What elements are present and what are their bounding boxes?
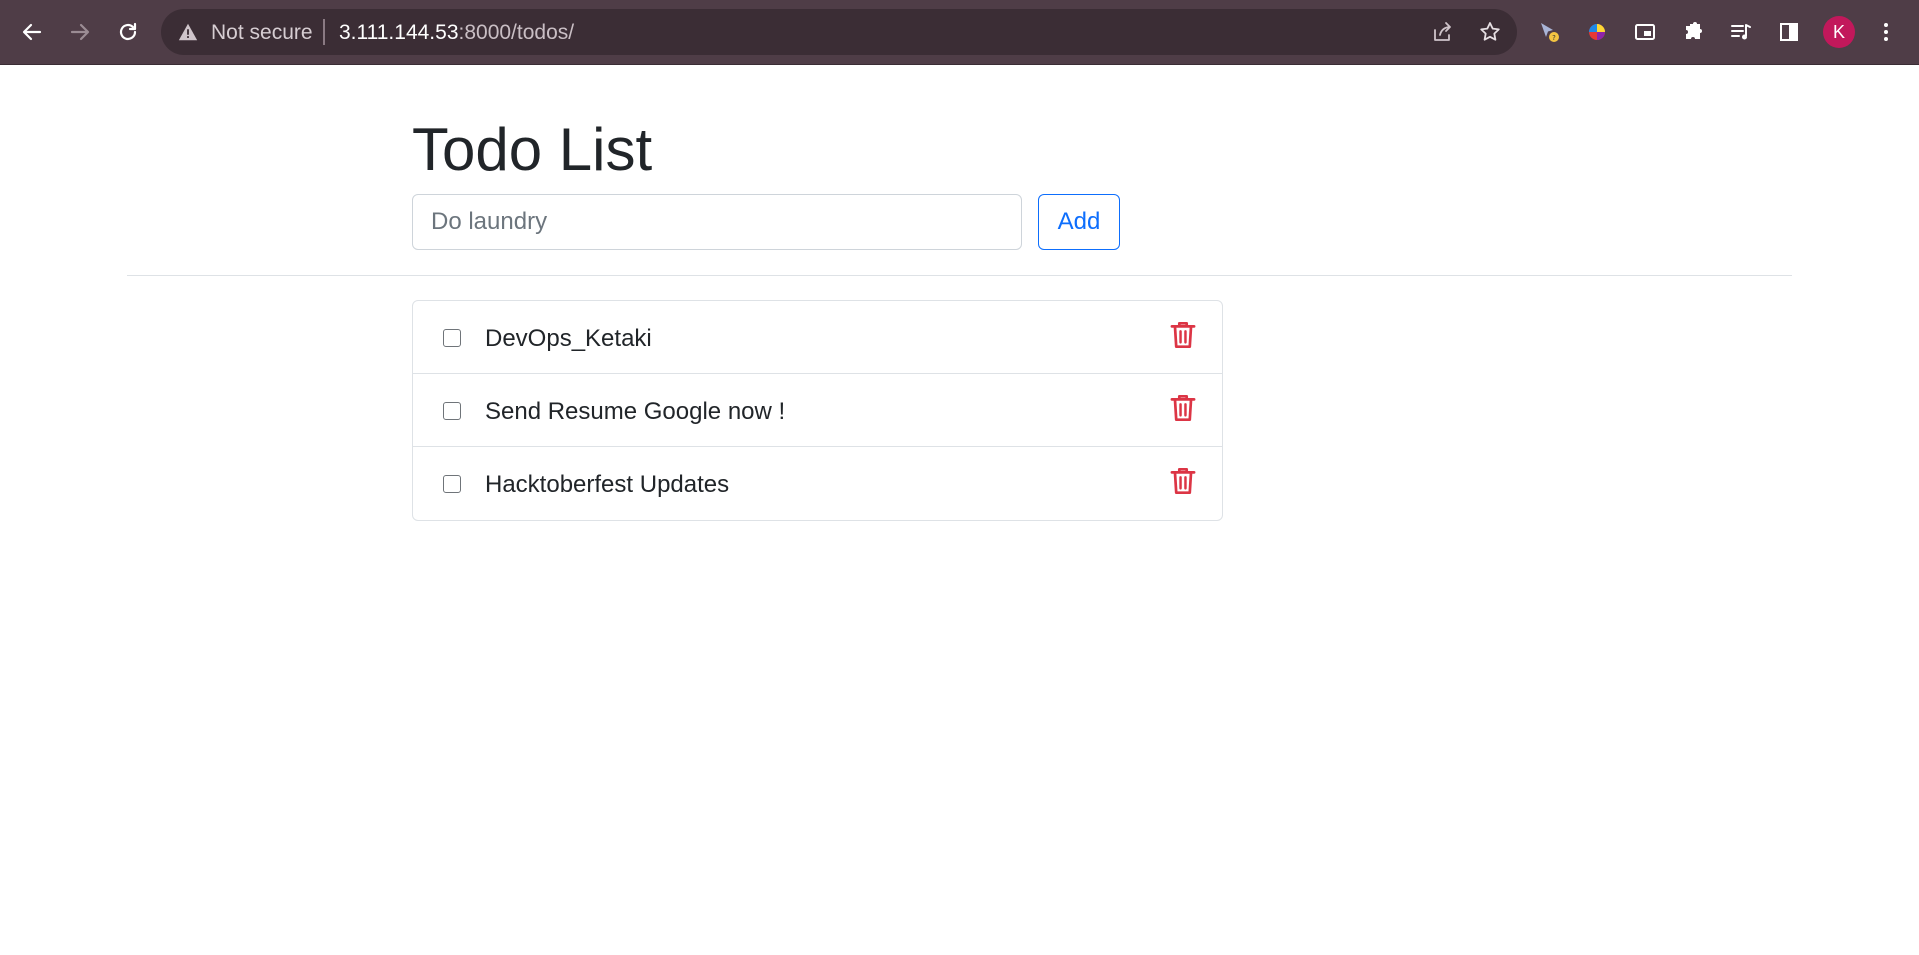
add-button[interactable]: Add [1038, 194, 1120, 250]
reload-icon [119, 22, 137, 41]
picture-in-picture-icon [1635, 24, 1655, 40]
url-host: 3.111.144.53 [339, 21, 459, 44]
todo-item: DevOps_Ketaki [413, 301, 1222, 374]
back-button[interactable] [11, 11, 53, 53]
svg-text:?: ? [1552, 34, 1556, 42]
extension-colorful-button[interactable] [1576, 11, 1618, 53]
todo-input[interactable] [412, 194, 1022, 250]
picture-in-picture-button[interactable] [1624, 11, 1666, 53]
playlist-icon [1731, 24, 1751, 40]
security-label[interactable]: Not secure [211, 21, 313, 45]
puzzle-icon [1686, 22, 1702, 39]
url-path: :8000/todos/ [458, 21, 575, 44]
omnibox-divider [323, 19, 325, 45]
trash-icon[interactable] [1168, 392, 1198, 424]
todo-checkbox[interactable] [443, 329, 461, 347]
share-icon[interactable] [1430, 20, 1454, 44]
extensions-button[interactable] [1672, 11, 1714, 53]
todo-item: Hacktoberfest Updates [413, 447, 1222, 520]
bookmark-star-icon[interactable] [1478, 20, 1502, 44]
address-bar[interactable]: Not secure 3.111.144.53:8000/todos/ [161, 9, 1517, 55]
more-vertical-icon [1884, 23, 1888, 41]
forward-button[interactable] [59, 11, 101, 53]
trash-icon[interactable] [1168, 319, 1198, 351]
side-panel-icon [1780, 23, 1798, 41]
side-panel-button[interactable] [1768, 11, 1810, 53]
todo-checkbox[interactable] [443, 402, 461, 420]
back-arrow-icon [22, 23, 42, 41]
todo-checkbox[interactable] [443, 475, 461, 493]
todo-item: Send Resume Google now ! [413, 374, 1222, 447]
cursor-extension-icon: ? [1541, 23, 1559, 42]
todo-list: DevOps_Ketaki Send Resume Google now ! H… [412, 300, 1223, 521]
browser-toolbar: Not secure 3.111.144.53:8000/todos/ ? K [0, 0, 1919, 65]
todo-text: Hacktoberfest Updates [485, 471, 730, 498]
todo-text: Send Resume Google now ! [485, 398, 786, 425]
forward-arrow-icon [70, 23, 90, 41]
profile-avatar[interactable]: K [1823, 16, 1855, 48]
trash-icon[interactable] [1168, 465, 1198, 497]
divider [127, 275, 1792, 276]
page-title: Todo List [412, 116, 653, 183]
colorful-extension-icon [1589, 24, 1605, 40]
reload-button[interactable] [107, 11, 149, 53]
url-text[interactable]: 3.111.144.53:8000/todos/ [339, 21, 574, 45]
browser-menu-button[interactable] [1865, 11, 1907, 53]
extension-cursor-button[interactable]: ? [1528, 11, 1570, 53]
media-controls-button[interactable] [1720, 11, 1762, 53]
todo-text: DevOps_Ketaki [485, 325, 652, 352]
warning-icon [178, 23, 198, 41]
